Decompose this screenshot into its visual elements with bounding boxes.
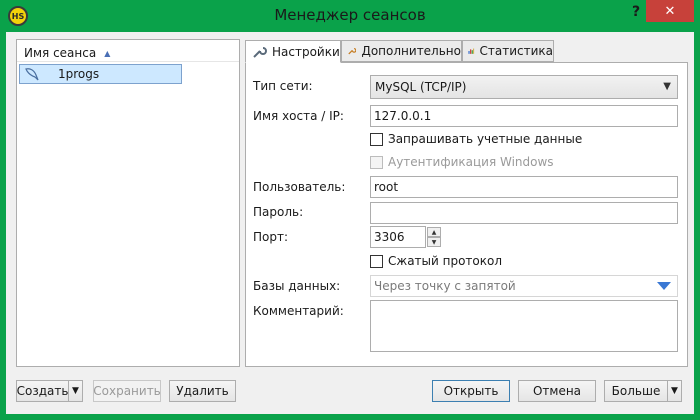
prompt-credentials-checkbox[interactable]: Запрашивать учетные данные bbox=[370, 132, 582, 146]
databases-placeholder: Через точку с запятой bbox=[374, 279, 516, 293]
window-title: Менеджер сеансов bbox=[274, 6, 426, 24]
save-button: Сохранить bbox=[93, 380, 161, 402]
user-input[interactable]: root bbox=[370, 176, 678, 198]
session-list[interactable]: Имя сеанса ▲ 1progs bbox=[16, 39, 240, 367]
session-item[interactable]: 1progs bbox=[19, 64, 182, 84]
dropdown-triangle-icon[interactable] bbox=[657, 282, 671, 290]
more-button-label: Больше bbox=[611, 384, 661, 398]
prompt-credentials-label: Запрашивать учетные данные bbox=[388, 132, 583, 146]
checkbox-box bbox=[370, 155, 383, 169]
tab-statistics-label: Статистика bbox=[479, 44, 554, 58]
create-button-label: Создать bbox=[16, 384, 69, 398]
port-value: 3306 bbox=[374, 230, 405, 244]
host-label: Имя хоста / IP: bbox=[253, 109, 344, 123]
spin-down-button[interactable]: ▼ bbox=[427, 237, 441, 247]
dialog-client-area: Имя сеанса ▲ 1progs Настройки Дополнитель… bbox=[6, 32, 694, 414]
network-type-value: MySQL (TCP/IP) bbox=[375, 80, 467, 94]
databases-label: Базы данных: bbox=[253, 279, 341, 293]
chevron-down-icon: ▼ bbox=[663, 81, 671, 92]
session-item-name: 1progs bbox=[58, 67, 100, 81]
wrench-icon bbox=[253, 46, 267, 58]
create-dropdown-arrow-icon[interactable]: ▼ bbox=[68, 381, 82, 401]
tab-advanced[interactable]: Дополнительно bbox=[341, 40, 462, 62]
title-bar[interactable]: HS Менеджер сеансов ? ✕ bbox=[0, 0, 700, 32]
host-input[interactable]: 127.0.0.1 bbox=[370, 105, 678, 127]
delete-button[interactable]: Удалить bbox=[169, 380, 236, 402]
port-stepper[interactable]: 3306 ▲ ▼ bbox=[370, 226, 441, 248]
mysql-dolphin-icon bbox=[25, 68, 39, 81]
bar-chart-icon bbox=[468, 48, 475, 54]
windows-auth-label: Аутентификация Windows bbox=[388, 155, 554, 169]
checkbox-box[interactable] bbox=[370, 254, 383, 268]
checkbox-box[interactable] bbox=[370, 132, 383, 146]
wrench-orange-icon bbox=[348, 48, 357, 55]
compressed-protocol-label: Сжатый протокол bbox=[388, 254, 503, 268]
tab-settings-label: Настройки bbox=[272, 44, 340, 59]
windows-auth-checkbox: Аутентификация Windows bbox=[370, 155, 554, 169]
password-input[interactable] bbox=[370, 202, 678, 224]
create-button[interactable]: Создать ▼ bbox=[16, 380, 83, 402]
comment-textarea[interactable] bbox=[370, 300, 678, 352]
session-manager-window: HS Менеджер сеансов ? ✕ Имя сеанса ▲ 1pro… bbox=[0, 0, 700, 420]
user-label: Пользователь: bbox=[253, 180, 346, 194]
close-button[interactable]: ✕ bbox=[646, 0, 694, 22]
help-button[interactable]: ? bbox=[626, 4, 646, 24]
session-list-header[interactable]: Имя сеанса ▲ bbox=[17, 40, 239, 62]
port-label: Порт: bbox=[253, 230, 289, 244]
network-type-label: Тип сети: bbox=[253, 79, 313, 93]
comment-label: Комментарий: bbox=[253, 304, 344, 318]
open-button[interactable]: Открыть bbox=[432, 380, 510, 402]
databases-combo[interactable]: Через точку с запятой bbox=[370, 275, 678, 297]
cancel-button[interactable]: Отмена bbox=[518, 380, 596, 402]
more-button[interactable]: Больше ▼ bbox=[604, 380, 682, 402]
tab-advanced-label: Дополнительно bbox=[361, 44, 461, 58]
tab-settings[interactable]: Настройки bbox=[245, 40, 341, 63]
password-label: Пароль: bbox=[253, 205, 304, 219]
more-dropdown-arrow-icon[interactable]: ▼ bbox=[667, 381, 681, 401]
network-type-select[interactable]: MySQL (TCP/IP) ▼ bbox=[370, 75, 678, 99]
compressed-protocol-checkbox[interactable]: Сжатый протокол bbox=[370, 254, 502, 268]
spin-up-button[interactable]: ▲ bbox=[427, 227, 441, 237]
sort-ascending-icon: ▲ bbox=[104, 49, 111, 58]
tab-statistics[interactable]: Статистика bbox=[462, 40, 554, 62]
settings-panel: Тип сети: MySQL (TCP/IP) ▼ Имя хоста / I… bbox=[245, 62, 688, 367]
session-name-column-label: Имя сеанса bbox=[24, 46, 97, 60]
